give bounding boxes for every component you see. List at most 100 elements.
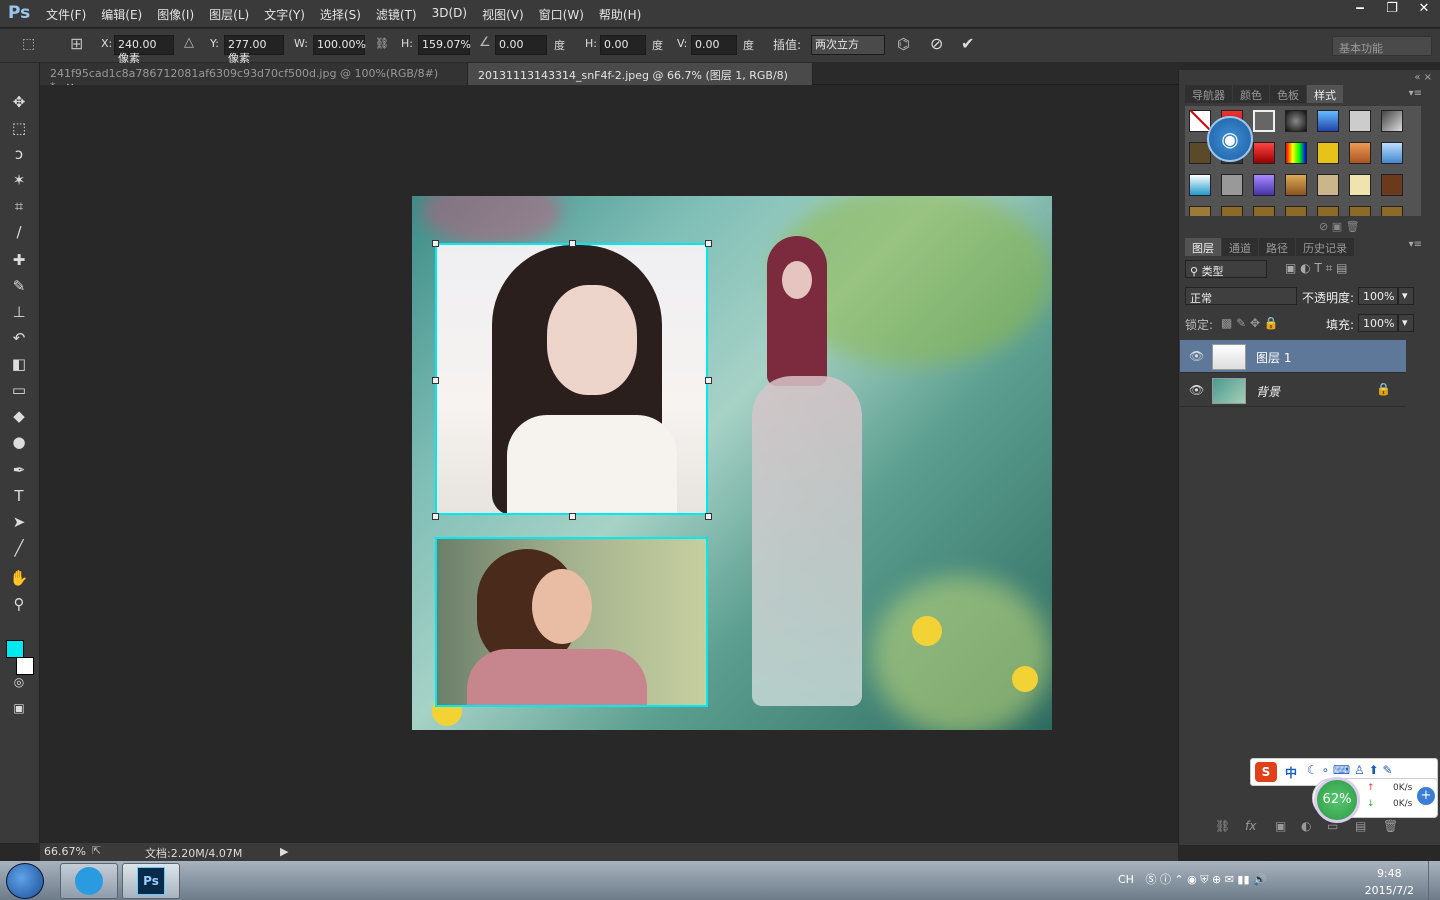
status-menu-arrow-icon[interactable]: ▶ — [280, 845, 288, 858]
style-swatch[interactable] — [1349, 206, 1371, 216]
lock-icons[interactable]: ▩ ✎ ✥ 🔒 — [1221, 316, 1279, 330]
style-swatch[interactable] — [1253, 206, 1275, 216]
style-swatch[interactable] — [1189, 206, 1211, 216]
layer-filter-select[interactable]: ⚲ 类型 — [1185, 260, 1267, 278]
style-swatch[interactable] — [1317, 142, 1339, 164]
menu-type[interactable]: 文字(Y) — [264, 6, 305, 23]
blend-mode-select[interactable]: 正常 — [1185, 287, 1297, 305]
crop-tool-icon[interactable]: ⌗ — [8, 195, 30, 217]
menu-3d[interactable]: 3D(D) — [432, 6, 467, 23]
link-layers-icon[interactable]: ⛓ — [1215, 819, 1230, 833]
interpolation-select[interactable]: 两次立方 — [811, 35, 885, 55]
layer-row-1[interactable]: 👁 图层 1 — [1180, 340, 1406, 373]
transform-handle[interactable] — [432, 377, 439, 384]
width-field[interactable]: 100.00% — [313, 35, 366, 55]
menu-filter[interactable]: 滤镜(T) — [376, 6, 417, 23]
hskew-field[interactable]: 0.00 — [600, 35, 646, 55]
style-swatch[interactable] — [1349, 174, 1371, 196]
tab-swatches[interactable]: 色板 — [1270, 85, 1306, 103]
eraser-tool-icon[interactable]: ◧ — [8, 353, 30, 375]
style-swatch[interactable] — [1221, 174, 1243, 196]
style-swatch[interactable] — [1285, 110, 1307, 132]
opacity-field[interactable]: 100% — [1358, 287, 1398, 305]
layer-name[interactable]: 背景 — [1256, 383, 1280, 400]
fill-field[interactable]: 100% — [1358, 314, 1398, 332]
visibility-eye-icon[interactable]: 👁 — [1189, 349, 1204, 363]
close-button[interactable]: ✕ — [1408, 0, 1440, 20]
layers-menu-icon[interactable]: ▾≡ — [1409, 239, 1422, 250]
style-swatch[interactable] — [1349, 142, 1371, 164]
layer-row-background[interactable]: 👁 背景 🔒 — [1180, 374, 1406, 407]
style-swatch[interactable] — [1253, 110, 1275, 132]
tab-document-1[interactable]: 241f95cad1c8a786712081af6309c93d70cf500d… — [40, 63, 468, 93]
reference-point-icon[interactable]: ⊞ — [70, 34, 83, 53]
zoom-level[interactable]: 66.67% — [44, 845, 86, 858]
line-tool-icon[interactable]: ╱ — [8, 537, 30, 559]
memory-percent[interactable]: 62% — [1314, 777, 1360, 823]
dodge-tool-icon[interactable]: ● — [8, 431, 30, 453]
opacity-dropdown-icon[interactable]: ▾ — [1398, 287, 1414, 305]
height-field[interactable]: 159.07% — [418, 35, 471, 55]
tab-channels[interactable]: 通道 — [1222, 238, 1258, 256]
collapse-panel-icon[interactable]: « × — [1414, 72, 1432, 83]
transform-tool-icon[interactable]: ⬚ — [22, 36, 35, 52]
style-swatch[interactable] — [1317, 110, 1339, 132]
move-tool-icon[interactable]: ✥ — [8, 91, 30, 113]
transform-handle[interactable] — [705, 377, 712, 384]
menu-layer[interactable]: 图层(L) — [209, 6, 249, 23]
brush-tool-icon[interactable]: ✎ — [8, 275, 30, 297]
cancel-transform-icon[interactable]: ⊘ — [930, 34, 943, 53]
transform-handle[interactable] — [569, 513, 576, 520]
taskbar-browser[interactable] — [60, 863, 118, 899]
fx-icon[interactable]: fx — [1245, 819, 1256, 833]
transform-handle[interactable] — [432, 240, 439, 247]
gradient-tool-icon[interactable]: ▭ — [8, 379, 30, 401]
tray-icons[interactable]: Ⓢ ⓘ ⌃ ◉ ⛨ ⊕ ✉ ▮▮ 🔊 — [1145, 873, 1266, 886]
style-swatch[interactable] — [1381, 142, 1403, 164]
layer-name[interactable]: 图层 1 — [1256, 349, 1291, 366]
style-swatch[interactable] — [1189, 174, 1211, 196]
filter-icons[interactable]: ▣ ◐ T ⌗ ▤ — [1285, 261, 1348, 276]
show-desktop-button[interactable] — [1428, 861, 1440, 900]
workspace-select[interactable]: 基本功能 — [1332, 36, 1432, 56]
warp-icon[interactable]: ⌬ — [897, 35, 910, 53]
wifi-float-icon[interactable]: ◉ — [1207, 116, 1253, 162]
ime-mode[interactable]: 中 — [1285, 764, 1297, 781]
delete-layer-icon[interactable]: 🗑 — [1383, 819, 1398, 833]
lasso-tool-icon[interactable]: ↄ — [8, 143, 30, 165]
path-selection-tool-icon[interactable]: ➤ — [8, 511, 30, 533]
style-swatch-none[interactable] — [1189, 109, 1213, 133]
panel-menu-icon[interactable]: ▾≡ — [1409, 88, 1422, 99]
visibility-eye-icon[interactable]: 👁 — [1189, 383, 1204, 397]
menu-edit[interactable]: 编辑(E) — [101, 6, 142, 23]
style-swatch[interactable] — [1349, 110, 1371, 132]
commit-transform-icon[interactable]: ✔ — [961, 34, 974, 53]
menu-image[interactable]: 图像(I) — [157, 6, 194, 23]
taskbar-photoshop[interactable]: Ps — [122, 863, 180, 899]
style-swatch[interactable] — [1253, 174, 1275, 196]
healing-brush-tool-icon[interactable]: ✚ — [8, 249, 30, 271]
x-field[interactable]: 240.00 像素 — [114, 35, 174, 65]
restore-button[interactable]: ❐ — [1376, 0, 1408, 20]
tab-document-2[interactable]: 20131113143314_snF4f-2.jpeg @ 66.7% (图层 … — [468, 63, 813, 96]
new-layer-icon[interactable]: ▤ — [1355, 819, 1366, 833]
pen-tool-icon[interactable]: ✒ — [8, 459, 30, 481]
menu-window[interactable]: 窗口(W) — [539, 6, 584, 23]
adjustment-icon[interactable]: ◐ — [1301, 819, 1311, 833]
transform-handle[interactable] — [705, 240, 712, 247]
start-button[interactable] — [6, 863, 44, 899]
tab-navigator[interactable]: 导航器 — [1185, 85, 1232, 103]
ime-tool-icons[interactable]: ☾ ∘ ⌨ ♙ ⬆ ✎ — [1307, 763, 1393, 777]
hand-tool-icon[interactable]: ✋ — [8, 567, 30, 589]
magic-wand-tool-icon[interactable]: ✶ — [8, 169, 30, 191]
style-swatch[interactable] — [1381, 174, 1403, 196]
y-field[interactable]: 277.00 像素 — [224, 35, 284, 65]
zoom-tool-icon[interactable]: ⚲ — [8, 593, 30, 615]
tab-layers[interactable]: 图层 — [1185, 238, 1221, 256]
link-icon[interactable]: ⛓ — [375, 37, 389, 50]
marquee-tool-icon[interactable]: ⬚ — [8, 117, 30, 139]
eyedropper-tool-icon[interactable]: ∕ — [8, 221, 30, 243]
type-tool-icon[interactable]: T — [8, 485, 30, 507]
style-swatch[interactable] — [1285, 142, 1307, 164]
history-brush-tool-icon[interactable]: ↶ — [8, 327, 30, 349]
